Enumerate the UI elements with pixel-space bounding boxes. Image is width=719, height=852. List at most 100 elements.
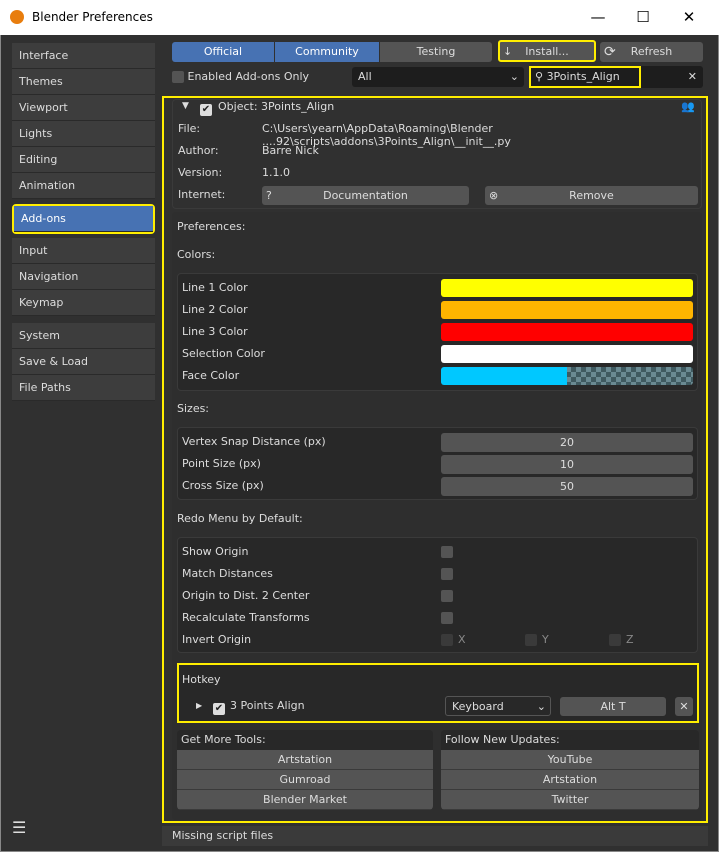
refresh-icon: ⟳ xyxy=(604,44,616,60)
color-swatch[interactable] xyxy=(441,323,693,341)
author-label: Author: xyxy=(178,144,219,157)
tab-official[interactable]: Official xyxy=(172,42,274,62)
hotkey-enabled-checkbox[interactable]: ✔ xyxy=(213,703,225,715)
updates-title: Follow New Updates: xyxy=(445,733,560,746)
sidebar-group: Add-ons xyxy=(12,204,155,234)
size-label: Point Size (px) xyxy=(182,457,261,470)
color-swatch[interactable] xyxy=(441,367,693,385)
hotkey-title: Hotkey xyxy=(182,673,221,686)
refresh-button[interactable]: ⟳ Refresh xyxy=(600,42,703,62)
redo-option-label: Show Origin xyxy=(182,545,249,558)
sidebar-item-add-ons[interactable]: Add-ons xyxy=(14,206,153,232)
color-swatch[interactable] xyxy=(441,279,693,297)
tab-community[interactable]: Community xyxy=(275,42,379,62)
download-icon: ↓ xyxy=(503,45,513,58)
enabled-only-checkbox[interactable]: Enabled Add-ons Only xyxy=(172,70,309,84)
chevron-down-icon: ⌄ xyxy=(536,700,546,713)
axis-label: Y xyxy=(542,633,549,646)
category-dropdown[interactable]: All ⌄ xyxy=(352,67,524,87)
clear-search-icon[interactable]: ✕ xyxy=(688,70,697,83)
hotkey-name: 3 Points Align xyxy=(230,699,305,712)
file-path: C:\Users\yearn\AppData\Roaming\Blender .… xyxy=(262,122,511,148)
axis-label: Z xyxy=(626,633,634,646)
twitter-button[interactable]: Twitter xyxy=(441,790,699,810)
preferences-title: Preferences: xyxy=(177,220,246,233)
color-label: Face Color xyxy=(182,369,240,382)
version-value: 1.1.0 xyxy=(262,166,290,179)
addon-name: Object: 3Points_Align xyxy=(218,100,335,113)
artstation-updates-button[interactable]: Artstation xyxy=(441,770,699,790)
colors-title: Colors: xyxy=(177,248,216,261)
sidebar-item-navigation[interactable]: Navigation xyxy=(12,264,155,290)
remove-hotkey-icon[interactable]: ✕ xyxy=(675,697,693,716)
search-field[interactable]: ⚲ 3Points_Align ✕ xyxy=(529,66,703,88)
sizes-title: Sizes: xyxy=(177,402,210,415)
expand-icon[interactable]: ▶ xyxy=(196,701,202,710)
addon-info: ▼ ✔ Object: 3Points_Align 👥 File: C:\Use… xyxy=(172,99,702,209)
device-dropdown[interactable]: Keyboard ⌄ xyxy=(445,696,551,716)
author-value: Barre Nick xyxy=(262,144,319,157)
invert-z-checkbox[interactable] xyxy=(609,634,621,646)
size-label: Vertex Snap Distance (px) xyxy=(182,435,326,448)
close-button[interactable]: ✕ xyxy=(678,6,700,28)
users-icon: 👥 xyxy=(681,100,695,113)
redo-option-label: Match Distances xyxy=(182,567,273,580)
window-title: Blender Preferences xyxy=(32,10,153,24)
sidebar-item-editing[interactable]: Editing xyxy=(12,147,155,173)
redo-option-checkbox[interactable] xyxy=(441,568,453,580)
gumroad-button[interactable]: Gumroad xyxy=(177,770,433,790)
size-field[interactable]: 10 xyxy=(441,455,693,474)
tab-testing[interactable]: Testing xyxy=(380,42,492,62)
youtube-button[interactable]: YouTube xyxy=(441,750,699,770)
file-label: File: xyxy=(178,122,201,135)
sidebar-item-interface[interactable]: Interface xyxy=(12,43,155,69)
sidebar-item-input[interactable]: Input xyxy=(12,238,155,264)
redo-option-checkbox[interactable] xyxy=(441,546,453,558)
title-bar: Blender Preferences — ☐ ✕ xyxy=(0,0,719,35)
redo-title: Redo Menu by Default: xyxy=(177,512,303,525)
sidebar-item-keymap[interactable]: Keymap xyxy=(12,290,155,316)
tools-title: Get More Tools: xyxy=(181,733,266,746)
sidebar-item-save-load[interactable]: Save & Load xyxy=(12,349,155,375)
tools-box: Get More Tools: Artstation Gumroad Blend… xyxy=(177,730,433,810)
color-swatch[interactable] xyxy=(441,345,693,363)
size-label: Cross Size (px) xyxy=(182,479,264,492)
color-label: Selection Color xyxy=(182,347,265,360)
blender-market-button[interactable]: Blender Market xyxy=(177,790,433,810)
sidebar-item-file-paths[interactable]: File Paths xyxy=(12,375,155,401)
chevron-down-icon: ⌄ xyxy=(509,70,519,83)
documentation-button[interactable]: ? Documentation xyxy=(262,186,469,205)
color-label: Line 2 Color xyxy=(182,303,248,316)
install-button[interactable]: ↓ Install... xyxy=(498,40,596,62)
minimize-button[interactable]: — xyxy=(587,6,609,28)
invert-x-checkbox[interactable] xyxy=(441,634,453,646)
sidebar-group: System Save & Load File Paths xyxy=(12,323,155,401)
key-button[interactable]: Alt T xyxy=(560,697,666,716)
sidebar-item-animation[interactable]: Animation xyxy=(12,173,155,199)
artstation-tools-button[interactable]: Artstation xyxy=(177,750,433,770)
color-label: Line 3 Color xyxy=(182,325,248,338)
remove-button[interactable]: ⊗ Remove xyxy=(485,186,698,205)
size-field[interactable]: 20 xyxy=(441,433,693,452)
redo-option-checkbox[interactable] xyxy=(441,590,453,602)
invert-origin-label: Invert Origin xyxy=(182,633,252,646)
color-label: Line 1 Color xyxy=(182,281,248,294)
redo-option-checkbox[interactable] xyxy=(441,612,453,624)
sidebar-item-themes[interactable]: Themes xyxy=(12,69,155,95)
invert-y-checkbox[interactable] xyxy=(525,634,537,646)
sidebar-item-system[interactable]: System xyxy=(12,323,155,349)
help-icon: ? xyxy=(266,189,272,202)
collapse-icon[interactable]: ▼ xyxy=(182,101,189,111)
sidebar-item-lights[interactable]: Lights xyxy=(12,121,155,147)
axis-label: X xyxy=(458,633,466,646)
redo-option-label: Recalculate Transforms xyxy=(182,611,310,624)
maximize-button[interactable]: ☐ xyxy=(632,6,654,28)
menu-icon[interactable]: ☰ xyxy=(12,818,26,837)
addon-enabled-checkbox[interactable]: ✔ xyxy=(200,104,212,116)
remove-icon: ⊗ xyxy=(489,189,499,202)
size-field[interactable]: 50 xyxy=(441,477,693,496)
sidebar-item-viewport[interactable]: Viewport xyxy=(12,95,155,121)
sidebar-group: Interface Themes Viewport Lights Editing Anim… xyxy=(12,43,155,199)
color-swatch[interactable] xyxy=(441,301,693,319)
sidebar-group: Input Navigation Keymap xyxy=(12,238,155,316)
